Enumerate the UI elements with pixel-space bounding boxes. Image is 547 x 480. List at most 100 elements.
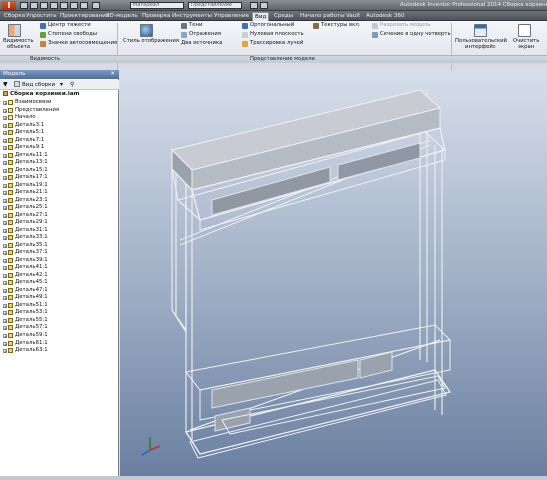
appearance-combo[interactable]: Представление [188,2,242,9]
expand-icon[interactable]: + [3,206,7,211]
tree-item[interactable]: + Деталь55:1 [0,317,119,325]
tab-tools[interactable]: Инструменты [170,12,214,21]
tree-item[interactable]: + Деталь42:1 [0,272,119,280]
panel-title-model-view[interactable]: Представление модели [250,56,315,63]
clean-screen-icon[interactable] [518,24,531,37]
user-interface-label-2[interactable]: интерфейс [465,44,496,51]
expand-icon[interactable]: + [3,228,7,233]
tree-item[interactable]: + Деталь63:1 [0,347,119,355]
tree-item[interactable]: + Деталь19:1 [0,182,119,190]
expand-icon[interactable]: + [3,116,7,121]
reflections-button[interactable]: Отражения [189,31,221,38]
expand-icon[interactable]: + [3,341,7,346]
tree-item[interactable]: + Деталь39:1 [0,257,119,265]
expand-icon[interactable]: + [3,176,7,181]
browser-root[interactable]: Сборка корзинки.iam [3,91,79,98]
tree-item[interactable]: + Деталь35:1 [0,242,119,250]
expand-icon[interactable]: + [3,296,7,301]
tree-item[interactable]: + Деталь9:1 [0,144,119,152]
center-of-gravity-button[interactable]: Центр тяжести [48,22,91,29]
expand-icon[interactable]: + [3,131,7,136]
save-icon[interactable] [40,2,48,9]
home-icon[interactable] [70,2,78,9]
expand-icon[interactable]: + [3,349,7,354]
tree-item[interactable]: + Деталь11:1 [0,152,119,160]
tab-vault[interactable]: Vault [344,12,362,21]
tree-item[interactable]: + Деталь7:1 [0,137,119,145]
expand-icon[interactable]: + [3,213,7,218]
tree-item[interactable]: + Деталь27:1 [0,212,119,220]
tree-item[interactable]: + Деталь23:1 [0,197,119,205]
tree-item[interactable]: + Деталь31:1 [0,227,119,235]
tree-item[interactable]: + Деталь59:1 [0,332,119,340]
tree-item[interactable]: + Взаимосвязи [0,99,119,107]
tree-item[interactable]: + Начало [0,114,119,122]
expand-icon[interactable]: + [3,146,7,151]
tree-item[interactable]: + Деталь45:1 [0,279,119,287]
tab-3d-model[interactable]: 3D-модель [104,12,140,21]
open-file-icon[interactable] [30,2,38,9]
tree-item[interactable]: + Деталь57:1 [0,324,119,332]
expand-icon[interactable]: + [3,191,7,196]
expand-icon[interactable]: + [3,153,7,158]
expand-icon[interactable]: + [3,236,7,241]
tree-item[interactable]: + Деталь5:1 [0,129,119,137]
clean-screen-label-2[interactable]: экран [518,44,534,51]
tree-item[interactable]: + Деталь25:1 [0,204,119,212]
redo-icon[interactable] [60,2,68,9]
expand-icon[interactable]: + [3,198,7,203]
tree-item[interactable]: + Деталь13:1 [0,159,119,167]
tab-autodesk-360[interactable]: Autodesk 360 [364,12,407,21]
expand-icon[interactable]: + [3,303,7,308]
expand-icon[interactable]: + [3,108,7,113]
expand-icon[interactable]: + [3,333,7,338]
expand-icon[interactable]: + [3,288,7,293]
browser-header[interactable]: Модель ✕ [0,70,119,79]
new-file-icon[interactable] [20,2,28,9]
lighting-style-combo[interactable]: Два источника [181,40,222,47]
expand-icon[interactable]: + [3,101,7,106]
tree-item[interactable]: + Представления [0,107,119,115]
tab-view[interactable]: Вид [252,12,270,21]
tab-manage[interactable]: Управление [212,12,251,21]
expand-icon[interactable]: + [3,161,7,166]
panel-title-visibility[interactable]: Видимость [30,56,60,63]
tree-item[interactable]: + Деталь61:1 [0,340,119,348]
tree-item[interactable]: + Деталь21:1 [0,189,119,197]
expand-icon[interactable]: + [3,258,7,263]
expand-icon[interactable]: + [3,266,7,271]
expand-icon[interactable]: + [3,281,7,286]
filter-icon[interactable]: ▼ [3,81,8,88]
expand-icon[interactable]: + [3,273,7,278]
tab-get-started[interactable]: Начало работы [298,12,347,21]
browser-close-icon[interactable]: ✕ [110,70,115,79]
ground-plane-button[interactable]: Нулевая плоскость [250,31,304,38]
expand-icon[interactable]: + [3,326,7,331]
expand-icon[interactable]: + [3,123,7,128]
tree-item[interactable]: + Деталь49:1 [0,294,119,302]
inventor-logo-icon[interactable]: I [2,1,16,10]
tree-item[interactable]: + Деталь33:1 [0,234,119,242]
tree-item[interactable]: + Деталь3:1 [0,122,119,130]
expand-icon[interactable]: + [3,311,7,316]
tree-item[interactable]: + Деталь51:1 [0,302,119,310]
orthographic-button[interactable]: Ортогональный [250,22,294,29]
find-icon[interactable]: ▾ [60,81,63,88]
tree-item[interactable]: + Деталь53:1 [0,309,119,317]
model-canvas[interactable] [120,70,547,476]
visual-style-button[interactable]: Стиль отображения [123,38,179,45]
expand-icon[interactable]: + [3,318,7,323]
tree-item[interactable]: + Деталь37:1 [0,249,119,257]
shadows-button[interactable]: Тени [189,22,202,29]
tree-item[interactable]: + Деталь15:1 [0,167,119,175]
expand-icon[interactable]: + [3,221,7,226]
graphics-viewport[interactable] [120,70,547,476]
section-view-button[interactable]: Разрезать модель [380,22,431,29]
tree-item[interactable]: + Деталь41:1 [0,264,119,272]
formula-icon[interactable] [250,2,258,9]
visual-style-icon[interactable] [140,24,153,37]
update-icon[interactable] [80,2,88,9]
expand-icon[interactable]: + [3,243,7,248]
tree-item[interactable]: + Деталь17:1 [0,174,119,182]
auto-constraint-button[interactable]: Значки автосовмещения [48,40,117,47]
